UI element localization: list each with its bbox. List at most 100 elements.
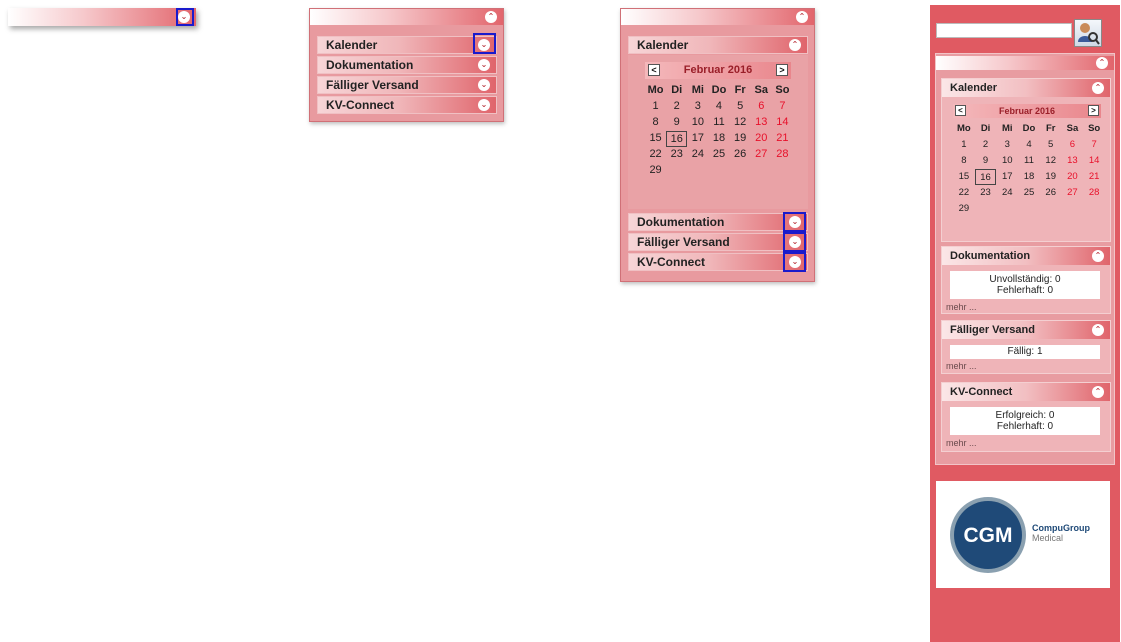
- next-month-button[interactable]: >: [1088, 105, 1099, 116]
- more-link[interactable]: mehr ...: [946, 302, 977, 312]
- calendar-day[interactable]: 23: [975, 185, 997, 201]
- calendar-day[interactable]: 6: [1062, 137, 1084, 153]
- more-link[interactable]: mehr ...: [946, 438, 977, 448]
- calendar-day[interactable]: 6: [751, 99, 772, 115]
- section-header-dokumentation[interactable]: Dokumentation ⌄: [628, 213, 808, 231]
- logo-line2: Medical: [1032, 533, 1063, 543]
- prev-month-button[interactable]: <: [955, 105, 966, 116]
- calendar-day[interactable]: 19: [730, 131, 751, 147]
- calendar-day[interactable]: 26: [1040, 185, 1062, 201]
- calendar-day[interactable]: 9: [666, 115, 687, 131]
- calendar-day[interactable]: 8: [645, 115, 666, 131]
- calendar-day[interactable]: 20: [1062, 169, 1084, 185]
- collapse-icon[interactable]: ⌃: [1092, 250, 1104, 262]
- section-header-kv-connect[interactable]: KV-Connect ⌄: [628, 253, 808, 271]
- logo-line1: CompuGroup: [1032, 523, 1090, 533]
- section-header-kalender[interactable]: Kalender ⌃: [628, 36, 808, 54]
- calendar-day[interactable]: 4: [1018, 137, 1040, 153]
- calendar-day[interactable]: 12: [730, 115, 751, 131]
- calendar-day[interactable]: 7: [772, 99, 793, 115]
- calendar-day[interactable]: 27: [751, 147, 772, 163]
- calendar-day[interactable]: 4: [708, 99, 729, 115]
- section-header-dokumentation[interactable]: Dokumentation ⌃: [942, 247, 1110, 265]
- calendar-day[interactable]: 16: [666, 131, 688, 147]
- calendar-day[interactable]: 9: [975, 153, 997, 169]
- collapse-panel-icon[interactable]: ⌃: [796, 11, 808, 23]
- calendar-day[interactable]: 14: [772, 115, 793, 131]
- calendar-day[interactable]: 10: [687, 115, 708, 131]
- calendar-day[interactable]: 24: [996, 185, 1018, 201]
- calendar-day[interactable]: 7: [1083, 137, 1105, 153]
- more-link[interactable]: mehr ...: [946, 361, 977, 371]
- section-header-versand[interactable]: Fälliger Versand ⌄: [628, 233, 808, 251]
- expand-icon[interactable]: ⌄: [478, 79, 490, 91]
- calendar-day[interactable]: 22: [953, 185, 975, 201]
- calendar-day[interactable]: 13: [1062, 153, 1084, 169]
- weekday-header: Mi: [691, 84, 704, 96]
- calendar-day[interactable]: 3: [687, 99, 708, 115]
- calendar-day[interactable]: 18: [708, 131, 729, 147]
- calendar-day[interactable]: 1: [645, 99, 666, 115]
- collapse-panel-icon[interactable]: ⌃: [1096, 57, 1108, 69]
- calendar-day[interactable]: 21: [772, 131, 793, 147]
- calendar-day[interactable]: 19: [1040, 169, 1062, 185]
- calendar-day[interactable]: 23: [666, 147, 687, 163]
- calendar-day[interactable]: 5: [730, 99, 751, 115]
- calendar-day[interactable]: 22: [645, 147, 666, 163]
- expand-icon[interactable]: ⌄: [478, 99, 490, 111]
- calendar-day[interactable]: 16: [974, 169, 997, 185]
- calendar-day[interactable]: 21: [1083, 169, 1105, 185]
- next-month-button[interactable]: >: [776, 64, 788, 76]
- section-header-kalender[interactable]: Kalender ⌄: [317, 36, 497, 54]
- calendar-day[interactable]: 25: [1018, 185, 1040, 201]
- section-kalender: Kalender ⌃ < Februar 2016 > Mo Di Mi Do Fr Sa…: [941, 78, 1111, 242]
- calendar-day[interactable]: 27: [1062, 185, 1084, 201]
- calendar-day[interactable]: 26: [730, 147, 751, 163]
- weekday-header: Di: [980, 123, 991, 134]
- calendar-day[interactable]: 25: [708, 147, 729, 163]
- calendar-day[interactable]: 14: [1083, 153, 1105, 169]
- calendar-day[interactable]: 28: [772, 147, 793, 163]
- search-input[interactable]: [936, 23, 1072, 38]
- collapse-icon[interactable]: ⌃: [1092, 324, 1104, 336]
- sidebar-content: ⌃ Kalender ⌃ < Februar 2016 > Mo Di Mi Do Fr…: [935, 53, 1115, 465]
- collapse-panel-icon[interactable]: ⌃: [485, 11, 497, 23]
- section-header-versand[interactable]: Fälliger Versand ⌄: [317, 76, 497, 94]
- calendar-day[interactable]: 29: [645, 163, 666, 179]
- calendar-day[interactable]: 11: [708, 115, 729, 131]
- section-header-kalender[interactable]: Kalender ⌃: [942, 79, 1110, 97]
- section-title: KV-Connect: [950, 386, 1013, 398]
- calendar-day[interactable]: 15: [645, 131, 666, 147]
- calendar-day[interactable]: 13: [751, 115, 772, 131]
- expand-icon[interactable]: ⌄: [478, 59, 490, 71]
- calendar-day[interactable]: 2: [975, 137, 997, 153]
- calendar-day[interactable]: 8: [953, 153, 975, 169]
- calendar-day[interactable]: 1: [953, 137, 975, 153]
- section-header-versand[interactable]: Fälliger Versand ⌃: [942, 321, 1110, 339]
- sidebar-full: ⌃ Kalender ⌃ < Februar 2016 > Mo Di Mi Do Fr…: [930, 5, 1120, 642]
- calendar-day[interactable]: 11: [1018, 153, 1040, 169]
- calendar-day[interactable]: 3: [996, 137, 1018, 153]
- calendar-day[interactable]: 17: [687, 131, 708, 147]
- calendar-day[interactable]: 17: [996, 169, 1018, 185]
- calendar-day[interactable]: 18: [1018, 169, 1040, 185]
- collapse-icon[interactable]: ⌃: [1092, 386, 1104, 398]
- calendar-day[interactable]: 20: [751, 131, 772, 147]
- collapse-icon[interactable]: ⌃: [1092, 82, 1104, 94]
- user-search-button[interactable]: [1074, 19, 1102, 47]
- section-header-kv-connect[interactable]: KV-Connect ⌃: [942, 383, 1110, 401]
- calendar-day[interactable]: 12: [1040, 153, 1062, 169]
- calendar-day[interactable]: 15: [953, 169, 975, 185]
- calendar-day[interactable]: 28: [1083, 185, 1105, 201]
- calendar-day[interactable]: 10: [996, 153, 1018, 169]
- calendar-day[interactable]: 29: [953, 201, 975, 217]
- calendar-day[interactable]: 2: [666, 99, 687, 115]
- calendar-day[interactable]: 5: [1040, 137, 1062, 153]
- section-header-dokumentation[interactable]: Dokumentation ⌄: [317, 56, 497, 74]
- prev-month-button[interactable]: <: [648, 64, 660, 76]
- section-header-kv-connect[interactable]: KV-Connect ⌄: [317, 96, 497, 114]
- collapse-icon[interactable]: ⌃: [789, 39, 801, 51]
- section-title: KV-Connect: [326, 98, 395, 112]
- calendar-empty-cell: [1018, 201, 1040, 217]
- calendar-day[interactable]: 24: [687, 147, 708, 163]
